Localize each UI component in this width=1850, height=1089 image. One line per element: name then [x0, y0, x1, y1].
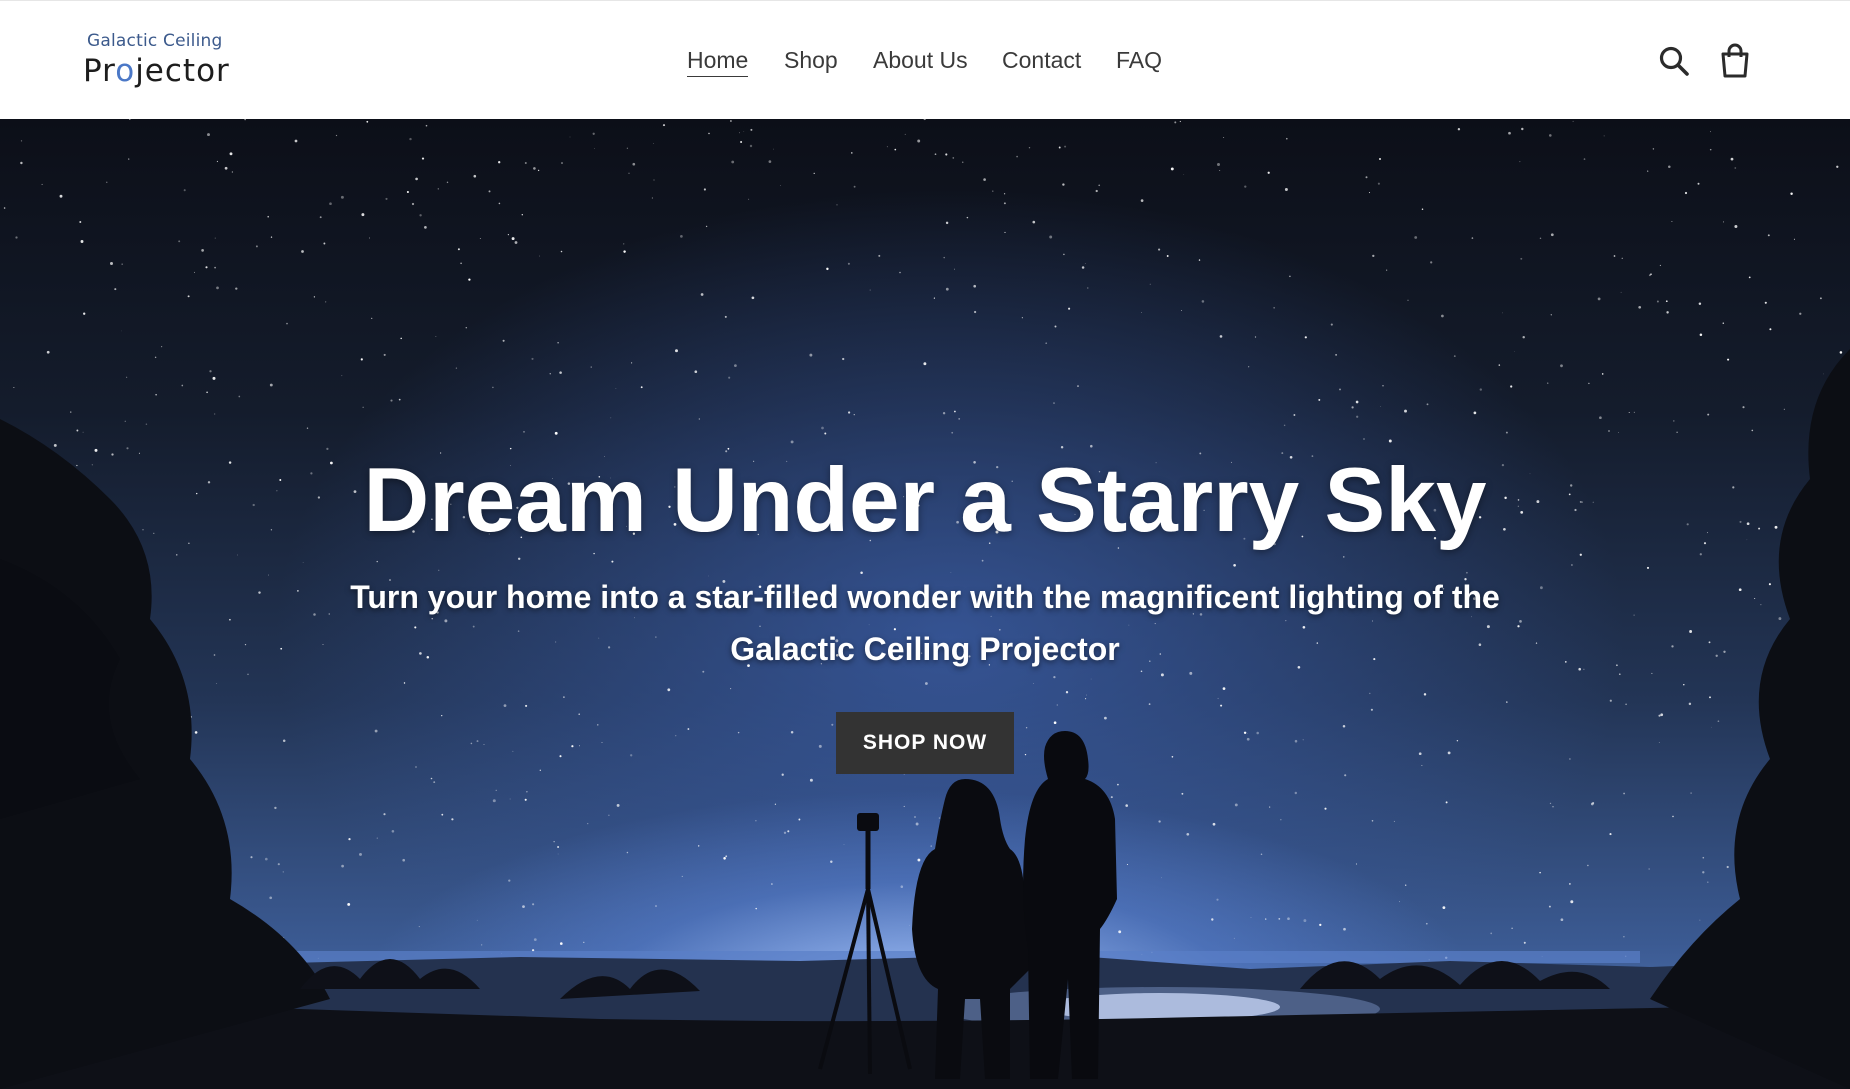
site-header: Galactic Ceiling Projector Home Shop Abo…: [0, 0, 1850, 119]
search-icon[interactable]: [1658, 45, 1692, 79]
nav-contact[interactable]: Contact: [1002, 47, 1081, 74]
nav-home[interactable]: Home: [687, 47, 749, 77]
hero-banner: Dream Under a Starry Sky Turn your home …: [0, 119, 1850, 1089]
shop-now-button[interactable]: SHOP NOW: [836, 712, 1014, 774]
nav-about-us[interactable]: About Us: [873, 47, 968, 74]
cart-icon[interactable]: [1718, 43, 1752, 78]
main-nav: Home Shop About Us Contact FAQ: [0, 47, 1850, 77]
nav-faq[interactable]: FAQ: [1116, 47, 1162, 74]
hero-subtitle: Turn your home into a star-filled wonder…: [350, 579, 1500, 667]
hero-title: Dream Under a Starry Sky: [363, 450, 1487, 551]
nav-shop[interactable]: Shop: [784, 47, 838, 74]
